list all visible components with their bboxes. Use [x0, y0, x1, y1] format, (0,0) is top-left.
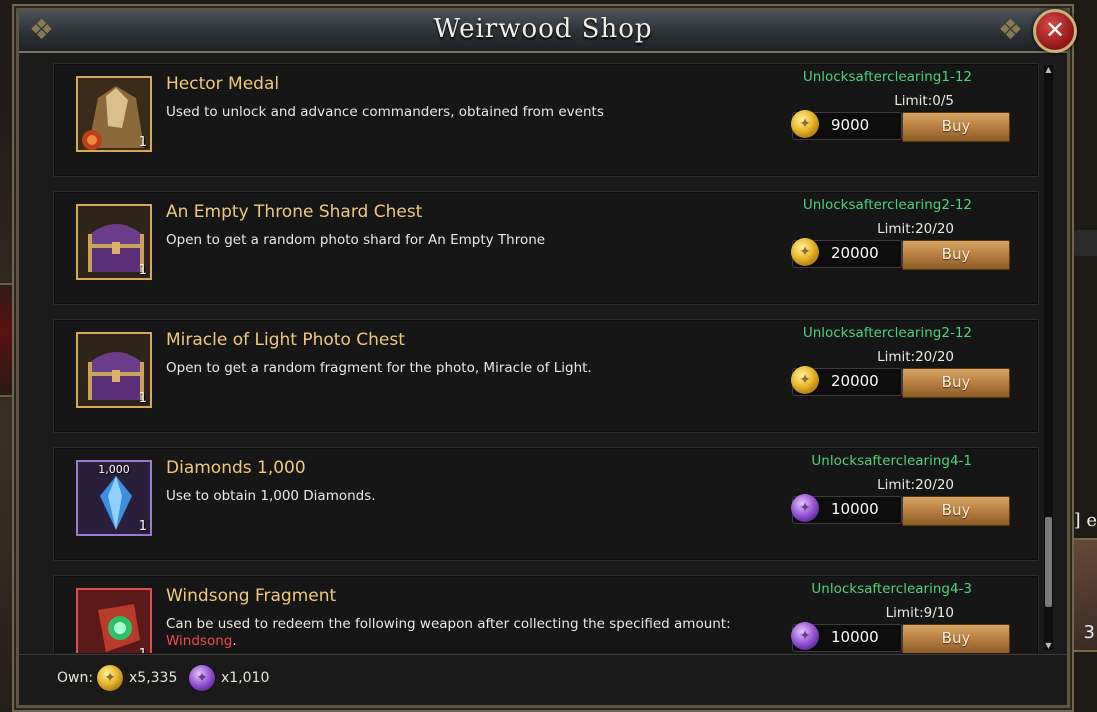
item-icon-frame[interactable]: 1 — [76, 76, 152, 152]
item-description: Used to unlock and advance commanders, o… — [166, 104, 604, 120]
item-description: Open to get a random fragment for the ph… — [166, 360, 592, 376]
close-button[interactable]: ✕ — [1033, 9, 1077, 53]
item-quantity: 1 — [138, 519, 147, 534]
gold-coin-icon: ✦ — [97, 665, 123, 691]
item-description-weapon-name: Windsong — [166, 633, 233, 649]
shop-item-row: 1,000 1 Diamonds 1,000 Use to obtain 1,0… — [53, 447, 1039, 561]
item-unlock-condition: Unlocksafterclearing4-3 — [811, 581, 972, 597]
item-price: ✦ 10000 — [791, 494, 902, 524]
item-price: ✦ 10000 — [791, 622, 902, 652]
currency-footer: Own: ✦ x5,335 ✦ x1,010 — [19, 654, 1067, 705]
item-limit: Limit:20/20 — [877, 221, 954, 237]
item-quantity: 1 — [138, 391, 147, 406]
purple-amount: x1,010 — [221, 670, 270, 686]
scroll-down-icon[interactable]: ▼ — [1044, 641, 1053, 650]
item-icon-frame[interactable]: 1 — [76, 332, 152, 408]
item-unlock-condition: Unlocksafterclearing2-12 — [802, 325, 972, 341]
gold-amount: x5,335 — [129, 670, 178, 686]
scrollbar[interactable]: ▲ ▼ — [1044, 65, 1053, 650]
own-label: Own: — [57, 670, 94, 686]
purple-coin-icon: ✦ — [791, 622, 819, 650]
item-description-text: Can be used to redeem the following weap… — [166, 616, 731, 632]
item-name: Windsong Fragment — [166, 586, 337, 606]
item-name: An Empty Throne Shard Chest — [166, 202, 423, 222]
shop-panel: ❖ Weirwood Shop ❖ ✕ 1 Hector Medal Used … — [16, 8, 1077, 708]
shop-item-row: 1 Windsong Fragment Can be used to redee… — [53, 575, 1039, 653]
shop-item-row: 1 Hector Medal Used to unlock and advanc… — [53, 63, 1039, 177]
gold-coin-icon: ✦ — [791, 238, 819, 266]
item-price-value: 10000 — [831, 500, 879, 518]
item-price: ✦ 9000 — [791, 110, 902, 140]
shop-title: Weirwood Shop — [433, 14, 653, 44]
buy-button[interactable]: Buy — [902, 496, 1010, 526]
buy-button[interactable]: Buy — [902, 624, 1010, 653]
item-description: Can be used to redeem the following weap… — [166, 616, 731, 650]
item-icon-frame[interactable]: 1,000 1 — [76, 460, 152, 536]
item-price: ✦ 20000 — [791, 238, 902, 268]
item-description: Open to get a random photo shard for An … — [166, 232, 546, 248]
item-description-end: . — [232, 633, 237, 649]
buy-button[interactable]: Buy — [902, 112, 1010, 142]
shop-item-list[interactable]: 1 Hector Medal Used to unlock and advanc… — [53, 63, 1039, 653]
fragment-icon — [78, 590, 150, 653]
shop-header: ❖ Weirwood Shop ❖ ✕ — [19, 9, 1077, 53]
item-quantity: 1 — [138, 135, 147, 150]
item-name: Diamonds 1,000 — [166, 458, 306, 478]
item-quantity: 1 — [138, 263, 147, 278]
gold-coin-icon: ✦ — [791, 110, 819, 138]
item-unlock-condition: Unlocksafterclearing2-12 — [802, 197, 972, 213]
item-description: Use to obtain 1,000 Diamonds. — [166, 488, 376, 504]
background-tab-right — [1067, 230, 1097, 256]
scrollbar-thumb[interactable] — [1045, 517, 1052, 607]
item-limit: Limit:0/5 — [894, 93, 954, 109]
background-text-right: ] e — [1073, 510, 1097, 531]
item-price-value: 20000 — [831, 244, 879, 262]
item-name: Miracle of Light Photo Chest — [166, 330, 405, 350]
item-unlock-condition: Unlocksafterclearing1-12 — [802, 69, 972, 85]
item-name: Hector Medal — [166, 74, 280, 94]
item-limit: Limit:20/20 — [877, 349, 954, 365]
item-icon-frame[interactable]: 1 — [76, 204, 152, 280]
item-quantity: 1 — [139, 647, 147, 653]
item-price-value: 20000 — [831, 372, 879, 390]
item-limit: Limit:20/20 — [877, 477, 954, 493]
gold-coin-icon: ✦ — [791, 366, 819, 394]
item-limit: Limit:9/10 — [885, 605, 954, 621]
purple-coin-icon: ✦ — [791, 494, 819, 522]
item-badge: 1,000 — [98, 463, 130, 476]
item-icon-frame[interactable]: 1 — [76, 588, 152, 653]
background-number-right: 3 — [1083, 622, 1095, 643]
purple-coin-icon: ✦ — [189, 665, 215, 691]
item-price-value: 9000 — [831, 116, 870, 134]
item-unlock-condition: Unlocksafterclearing4-1 — [811, 453, 972, 469]
item-price-value: 10000 — [831, 628, 879, 646]
shop-item-row: 1 An Empty Throne Shard Chest Open to ge… — [53, 191, 1039, 305]
buy-button[interactable]: Buy — [902, 240, 1010, 270]
buy-button[interactable]: Buy — [902, 368, 1010, 398]
ornament-right-icon: ❖ — [997, 13, 1023, 46]
shop-item-row: 1 Miracle of Light Photo Chest Open to g… — [53, 319, 1039, 433]
close-icon: ✕ — [1044, 16, 1066, 44]
scroll-up-icon[interactable]: ▲ — [1044, 65, 1053, 74]
item-price: ✦ 20000 — [791, 366, 902, 396]
